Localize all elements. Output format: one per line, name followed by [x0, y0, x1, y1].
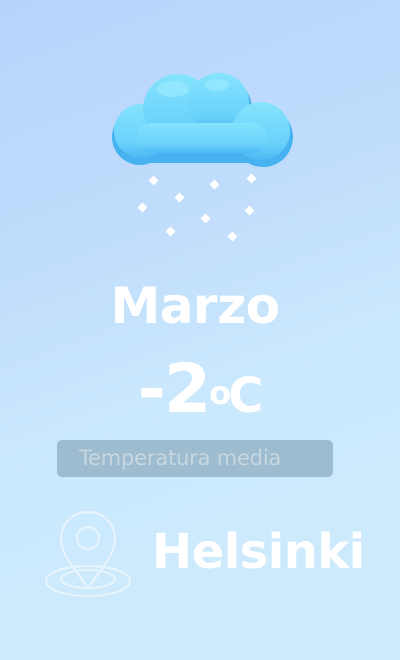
- month-label: Marzo: [110, 277, 280, 335]
- snowflakes: [137, 173, 257, 242]
- city-name: Helsinki: [152, 524, 365, 580]
- temperature-display: -2oC: [0, 342, 400, 455]
- degree-symbol: o: [209, 374, 231, 412]
- cloud-snow-icon: [112, 73, 293, 242]
- average-temperature-caption: Temperatura media: [57, 440, 333, 477]
- temperature-value: -2: [137, 350, 212, 429]
- map-pin-icon: [44, 510, 132, 598]
- temperature-unit: oC: [209, 368, 263, 424]
- unit-letter: C: [228, 368, 263, 424]
